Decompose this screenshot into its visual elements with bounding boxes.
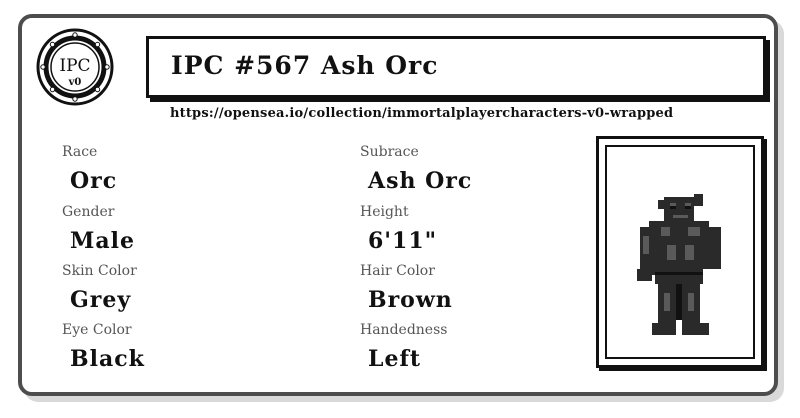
skin-color-label: Skin Color	[62, 263, 137, 279]
page-title: IPC #567 Ash Orc	[171, 51, 439, 80]
hair-color-label: Hair Color	[360, 263, 435, 279]
subrace-label: Subrace	[360, 144, 419, 160]
portrait-frame	[596, 136, 764, 368]
race-label: Race	[62, 144, 98, 160]
collection-link[interactable]: https://opensea.io/collection/immortalpl…	[170, 106, 673, 121]
logo-text-top: IPC	[59, 56, 90, 76]
subrace-value: Ash Orc	[368, 168, 473, 194]
height-label: Height	[360, 204, 409, 220]
height-value: 6'11"	[368, 228, 438, 254]
logo-text-bottom: v0	[68, 77, 82, 88]
orc-character-sprite	[637, 194, 721, 335]
hair-color-value: Brown	[368, 287, 453, 313]
gender-value: Male	[70, 228, 135, 254]
skin-color-value: Grey	[70, 287, 132, 313]
handedness-value: Left	[368, 346, 422, 372]
handedness-label: Handedness	[360, 322, 448, 338]
race-value: Orc	[70, 168, 118, 194]
ipc-seal-icon: IPC v0	[36, 28, 114, 106]
portrait-inner-border	[605, 145, 755, 359]
gender-label: Gender	[62, 204, 115, 220]
title-box: IPC #567 Ash Orc	[146, 36, 766, 98]
eye-color-label: Eye Color	[62, 322, 132, 338]
eye-color-value: Black	[70, 346, 145, 372]
